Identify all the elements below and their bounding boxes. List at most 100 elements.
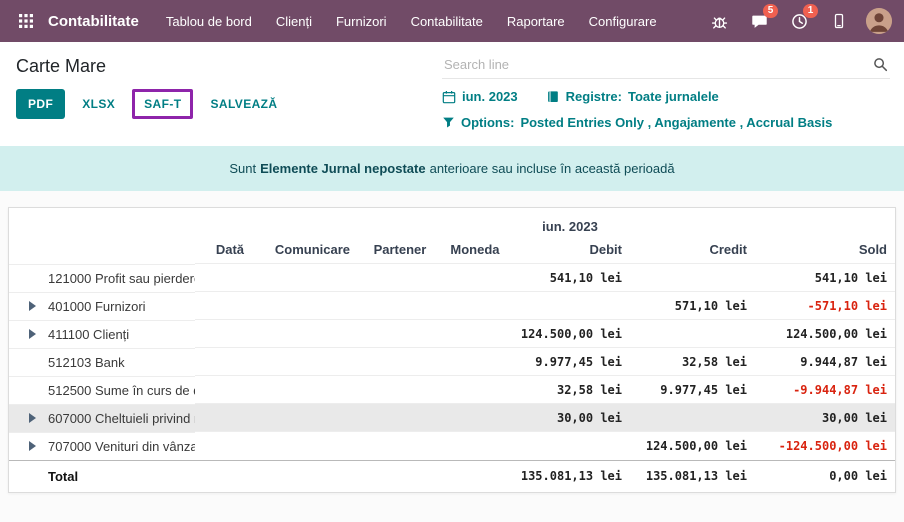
total-credit: 135.081,13 lei xyxy=(630,460,755,492)
systray: 5 1 xyxy=(706,8,892,34)
cell-sold: -571,10 lei xyxy=(755,292,895,320)
account-name: 512103 Bank xyxy=(48,355,125,370)
cell-debit: 32,58 lei xyxy=(510,376,630,404)
mobile-button[interactable] xyxy=(826,8,852,34)
expand-caret-icon[interactable] xyxy=(29,329,36,339)
current-app-name[interactable]: Contabilitate xyxy=(48,13,139,30)
ledger-rows: 121000 Profit sau pierdere 541,10 lei 54… xyxy=(9,264,895,461)
cell-moneda xyxy=(440,376,510,404)
column-header-comunicare: Comunicare xyxy=(265,236,360,264)
cell-comunicare xyxy=(265,348,360,376)
column-header-partener: Partener xyxy=(360,236,440,264)
search-input[interactable] xyxy=(444,57,873,72)
table-row[interactable]: 411100 Clienți 124.500,00 lei 124.500,00… xyxy=(9,320,895,348)
expand-caret-icon[interactable] xyxy=(29,301,36,311)
cell-credit: 32,58 lei xyxy=(630,348,755,376)
cell-data xyxy=(195,292,265,320)
table-row[interactable]: 121000 Profit sau pierdere 541,10 lei 54… xyxy=(9,264,895,292)
table-row[interactable]: 401000 Furnizori 571,10 lei -571,10 lei xyxy=(9,292,895,320)
column-header-row: Dată Comunicare Partener Moneda Debit Cr… xyxy=(9,236,895,264)
cell-sold: -9.944,87 lei xyxy=(755,376,895,404)
cell-moneda xyxy=(440,404,510,432)
cell-debit xyxy=(510,432,630,461)
cell-sold: -124.500,00 lei xyxy=(755,432,895,461)
cell-debit: 124.500,00 lei xyxy=(510,320,630,348)
menu-item-furnizori[interactable]: Furnizori xyxy=(325,8,398,35)
account-name: 512500 Sume în curs de decontare xyxy=(48,383,195,398)
calendar-icon xyxy=(442,90,456,104)
cell-data xyxy=(195,320,265,348)
cell-moneda xyxy=(440,292,510,320)
search-bar xyxy=(442,53,890,79)
table-row[interactable]: 607000 Cheltuieli privind mărfurile 30,0… xyxy=(9,404,895,432)
total-row: Total 135.081,13 lei 135.081,13 lei 0,00… xyxy=(9,460,895,492)
bug-icon xyxy=(711,13,728,30)
activities-button[interactable]: 1 xyxy=(786,8,812,34)
cell-debit: 541,10 lei xyxy=(510,264,630,292)
book-icon xyxy=(546,90,560,104)
expand-caret-icon[interactable] xyxy=(29,441,36,451)
saf-t-button[interactable]: SAF-T xyxy=(132,89,193,119)
table-row[interactable]: 512103 Bank 9.977,45 lei 32,58 lei 9.944… xyxy=(9,348,895,376)
banner-text-pre: Sunt xyxy=(229,161,256,176)
cell-comunicare xyxy=(265,320,360,348)
topbar: Contabilitate Tablou de bordCliențiFurni… xyxy=(0,0,904,42)
menu-item-configurare[interactable]: Configurare xyxy=(578,8,668,35)
salveaza-button[interactable]: SALVEAZĂ xyxy=(198,89,289,119)
date-filter[interactable]: iun. 2023 xyxy=(442,89,518,104)
column-header-sold: Sold xyxy=(755,236,895,264)
menu-item-raportare[interactable]: Raportare xyxy=(496,8,576,35)
cell-sold: 30,00 lei xyxy=(755,404,895,432)
xlsx-button[interactable]: XLSX xyxy=(70,89,127,119)
cell-data xyxy=(195,264,265,292)
apps-grid-icon xyxy=(18,13,34,29)
messages-button[interactable]: 5 xyxy=(746,8,772,34)
debug-bug-button[interactable] xyxy=(706,8,732,34)
cell-partener xyxy=(360,404,440,432)
cell-sold: 9.944,87 lei xyxy=(755,348,895,376)
avatar-image xyxy=(866,8,892,34)
period-header: iun. 2023 xyxy=(510,212,630,236)
account-name: 607000 Cheltuieli privind mărfurile xyxy=(48,411,195,426)
total-debit: 135.081,13 lei xyxy=(510,460,630,492)
cell-data xyxy=(195,348,265,376)
expand-caret-icon[interactable] xyxy=(29,413,36,423)
export-buttons: PDFXLSXSAF-TSALVEAZĂ xyxy=(16,89,442,119)
cell-comunicare xyxy=(265,432,360,461)
pdf-button[interactable]: PDF xyxy=(16,89,65,119)
cell-debit: 30,00 lei xyxy=(510,404,630,432)
user-avatar[interactable] xyxy=(866,8,892,34)
cell-partener xyxy=(360,348,440,376)
cell-comunicare xyxy=(265,376,360,404)
total-sold: 0,00 lei xyxy=(755,460,895,492)
column-header-debit: Debit xyxy=(510,236,630,264)
table-row[interactable]: 512500 Sume în curs de decontare 32,58 l… xyxy=(9,376,895,404)
menu-item-clienti[interactable]: Clienți xyxy=(265,8,323,35)
cell-moneda xyxy=(440,432,510,461)
table-row[interactable]: 707000 Venituri din vânzarea mărfurilor … xyxy=(9,432,895,461)
column-header-moneda: Moneda xyxy=(440,236,510,264)
options-filter[interactable]: Options: Posted Entries Only , Angajamen… xyxy=(442,115,832,130)
apps-grid-button[interactable] xyxy=(12,7,40,35)
search-icon[interactable] xyxy=(873,57,888,72)
cell-debit xyxy=(510,292,630,320)
cell-partener xyxy=(360,264,440,292)
account-name: 411100 Clienți xyxy=(48,327,129,342)
cell-comunicare xyxy=(265,404,360,432)
mobile-phone-icon xyxy=(831,13,847,29)
cell-data xyxy=(195,404,265,432)
menu-item-tablou-de-bord[interactable]: Tablou de bord xyxy=(155,8,263,35)
journals-filter[interactable]: Registre: Toate jurnalele xyxy=(546,89,719,104)
journals-filter-value: Toate jurnalele xyxy=(628,89,719,104)
cell-moneda xyxy=(440,348,510,376)
unposted-entries-link[interactable]: Elemente Jurnal nepostate xyxy=(260,161,425,176)
cell-debit: 9.977,45 lei xyxy=(510,348,630,376)
column-header-credit: Credit xyxy=(630,236,755,264)
cell-sold: 541,10 lei xyxy=(755,264,895,292)
cell-moneda xyxy=(440,264,510,292)
cell-data xyxy=(195,376,265,404)
total-label: Total xyxy=(9,460,195,492)
cell-partener xyxy=(360,292,440,320)
cell-moneda xyxy=(440,320,510,348)
menu-item-contabilitate[interactable]: Contabilitate xyxy=(400,8,494,35)
